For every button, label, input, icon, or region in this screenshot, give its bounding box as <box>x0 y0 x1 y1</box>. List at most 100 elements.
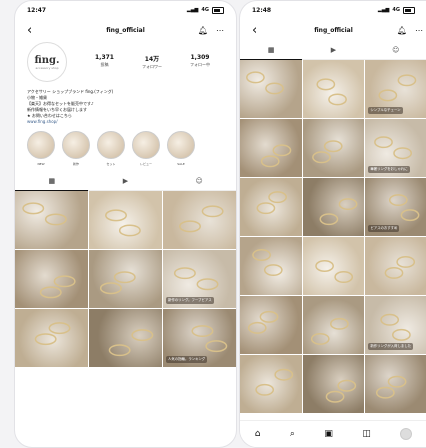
reels-icon: ▶︎ <box>122 177 129 185</box>
profile-stats: 1,371 投稿 14万 フォロワー 1,309 フォロー中 <box>81 54 224 70</box>
tagged-icon: ☺︎ <box>392 46 400 54</box>
ring-shape <box>53 275 76 288</box>
highlight-item[interactable]: 新作 <box>62 131 90 166</box>
search-icon[interactable]: ⌕ <box>290 429 295 439</box>
post-thumbnail[interactable]: 新作リングが入荷しました <box>365 296 426 354</box>
post-grid: 新作のリング。フープピアス人気の指輪。ランキング <box>15 191 236 367</box>
ring-shape <box>196 278 219 291</box>
post-thumbnail[interactable] <box>15 191 88 249</box>
post-thumbnail[interactable] <box>240 178 302 236</box>
post-thumbnail[interactable]: ピアスのおすすめ <box>365 178 426 236</box>
highlight-label: セット <box>106 162 116 166</box>
tab-grid[interactable]: ▦ <box>15 172 89 191</box>
tab-reels[interactable]: ▶︎ <box>89 172 162 190</box>
ring-shape <box>397 74 417 87</box>
highlight-item[interactable]: NEW <box>27 131 55 166</box>
post-thumbnail[interactable] <box>15 250 88 308</box>
post-thumbnail[interactable] <box>302 237 365 295</box>
tab-tagged[interactable]: ☺︎ <box>365 41 426 59</box>
network-label: 4G <box>392 7 400 13</box>
more-icon[interactable]: ⋯ <box>415 26 423 35</box>
ring-shape <box>311 151 331 164</box>
tab-tagged[interactable]: ☺︎ <box>163 172 236 190</box>
reels-icon: ▶︎ <box>330 46 337 54</box>
ring-shape <box>255 383 275 396</box>
post-thumbnail[interactable] <box>15 309 88 367</box>
bell-icon[interactable]: 🔔︎ <box>198 26 208 35</box>
stat-following[interactable]: 1,309 フォロー中 <box>190 54 210 70</box>
jewelry-image <box>314 260 353 283</box>
highlight-item[interactable]: セット <box>97 131 125 166</box>
ring-shape <box>48 322 71 335</box>
post-thumbnail[interactable]: 人気の指輪。ランキング <box>163 309 236 367</box>
post-thumbnail[interactable] <box>302 296 365 354</box>
ring-shape <box>252 249 271 261</box>
ring-shape <box>191 325 214 338</box>
phone-screen-1: 12:47 ▂▄▆ 4G ‹ fing_official 🔔︎ ⋯ fing. … <box>14 0 237 448</box>
battery-icon <box>403 6 415 14</box>
jewelry-image <box>179 205 224 233</box>
post-thumbnail[interactable] <box>240 237 302 295</box>
stat-followers-label: フォロワー <box>141 64 162 69</box>
post-thumbnail[interactable]: シンプルなチェーン <box>365 60 426 118</box>
post-thumbnail[interactable] <box>240 119 302 177</box>
ring-shape <box>338 198 358 211</box>
jewelry-image <box>256 191 287 215</box>
post-thumbnail[interactable] <box>240 355 302 413</box>
post-thumbnail[interactable] <box>365 355 426 413</box>
avatar[interactable]: fing. accessory shop <box>27 42 67 82</box>
post-thumbnail[interactable] <box>302 60 365 118</box>
post-thumbnail[interactable] <box>302 119 365 177</box>
ring-shape <box>316 78 335 91</box>
ring-shape <box>201 205 224 218</box>
post-thumbnail[interactable]: 新作のリング。フープピアス <box>163 250 236 308</box>
post-caption: シンプルなチェーン <box>368 107 403 114</box>
shop-icon[interactable]: ◫ <box>362 429 371 439</box>
post-caption: 人気の指輪。ランキング <box>166 356 208 363</box>
ring-shape <box>44 213 67 226</box>
ring-shape <box>389 194 409 207</box>
post-thumbnail[interactable] <box>240 296 302 354</box>
ring-shape <box>388 375 407 388</box>
tab-grid[interactable]: ▦ <box>240 41 303 60</box>
post-thumbnail[interactable] <box>89 250 162 308</box>
status-icons: ▂▄▆ 4G <box>187 6 224 14</box>
ring-shape <box>99 282 122 295</box>
profile-avatar-icon[interactable] <box>400 428 413 440</box>
highlight-thumb <box>167 131 195 159</box>
profile-tabs: ▦ ▶︎ ☺︎ <box>15 172 236 191</box>
phone-screen-2: 12:48 ▂▄▆ 4G ‹ fing_official 🔔︎ ⋯ ▦ ▶︎ ☺… <box>239 0 426 448</box>
ring-shape <box>333 271 353 283</box>
post-thumbnail[interactable]: 華奢リングをおしゃれに <box>365 119 426 177</box>
stat-followers[interactable]: 14万 フォロワー <box>142 54 162 70</box>
profile-summary: fing. accessory shop 1,371 投稿 14万 フォロワー … <box>15 41 236 83</box>
ring-shape <box>118 224 141 237</box>
jewelry-image <box>376 375 407 399</box>
post-thumbnail[interactable] <box>89 309 162 367</box>
signal-icon: ▂▄▆ <box>377 7 390 13</box>
bell-icon[interactable]: 🔔︎ <box>397 26 407 35</box>
jewelry-image <box>108 329 154 357</box>
ring-shape <box>173 267 196 280</box>
ring-shape <box>259 310 279 323</box>
post-thumbnail[interactable] <box>302 355 365 413</box>
tab-reels[interactable]: ▶︎ <box>303 41 365 59</box>
ring-shape <box>272 144 292 157</box>
highlight-thumb <box>132 131 160 159</box>
highlight-thumb <box>62 131 90 159</box>
home-icon[interactable]: ⌂ <box>255 429 261 439</box>
battery-icon <box>212 6 224 14</box>
stat-posts-num: 1,371 <box>95 54 114 61</box>
post-thumbnail[interactable] <box>302 178 365 236</box>
highlight-item[interactable]: SALE <box>167 131 195 166</box>
ring-shape <box>256 202 276 215</box>
reels-icon[interactable]: ▣ <box>324 429 333 439</box>
post-thumbnail[interactable] <box>89 191 162 249</box>
network-label: 4G <box>201 7 209 13</box>
post-thumbnail[interactable] <box>163 191 236 249</box>
highlight-item[interactable]: レビュー <box>132 131 160 166</box>
stat-posts[interactable]: 1,371 投稿 <box>95 54 114 70</box>
more-icon[interactable]: ⋯ <box>216 26 224 35</box>
post-thumbnail[interactable] <box>240 60 302 118</box>
post-thumbnail[interactable] <box>365 237 426 295</box>
